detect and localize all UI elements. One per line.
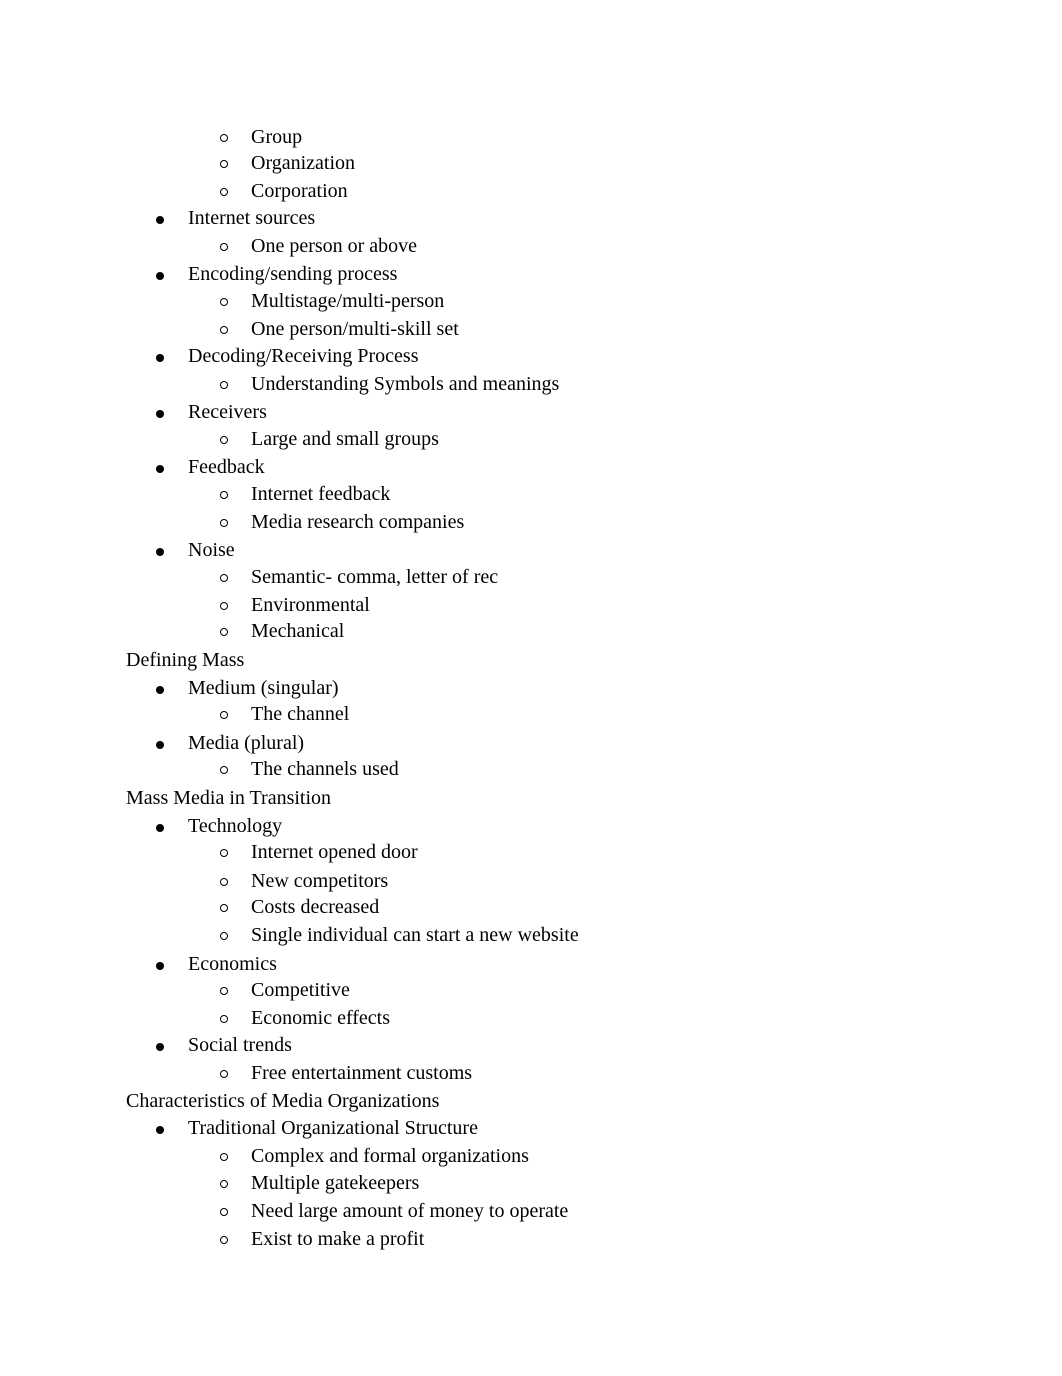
list-item-text: Mechanical — [251, 620, 345, 642]
list-item-text: New competitors — [251, 870, 389, 892]
list-item-text: Internet feedback — [251, 483, 391, 505]
hollow-bullet-icon — [220, 923, 228, 948]
hollow-bullet-icon — [220, 372, 228, 397]
hollow-bullet-icon — [220, 869, 228, 894]
list-item-text: Multistage/multi-person — [251, 290, 445, 312]
list-item-text: Receivers — [188, 401, 267, 423]
hollow-bullet-icon — [220, 125, 228, 150]
filled-bullet-icon — [156, 814, 164, 838]
hollow-bullet-icon — [220, 151, 228, 176]
list-item-text: Free entertainment customs — [251, 1062, 473, 1084]
list-item-text: Complex and formal organizations — [251, 1145, 529, 1167]
hollow-bullet-icon — [220, 757, 228, 782]
hollow-bullet-icon — [220, 702, 228, 727]
list-item-text: Environmental — [251, 594, 370, 616]
list-item-text: Corporation — [251, 180, 348, 202]
list-item-text: Organization — [251, 152, 356, 174]
list-item-text: Competitive — [251, 979, 350, 1001]
hollow-bullet-icon — [220, 840, 228, 865]
filled-bullet-icon — [156, 344, 164, 368]
list-item-text: The channel — [251, 703, 350, 725]
filled-bullet-icon — [156, 731, 164, 755]
hollow-bullet-icon — [220, 978, 228, 1003]
list-item-text: Social trends — [188, 1034, 292, 1056]
filled-bullet-icon — [156, 206, 164, 230]
list-item-text: Internet sources — [188, 207, 316, 229]
list-item-text: Economics — [188, 953, 277, 975]
section-heading: Mass Media in Transition — [126, 787, 332, 809]
list-item-text: Internet opened door — [251, 841, 418, 863]
list-item-text: Traditional Organizational Structure — [188, 1117, 478, 1139]
hollow-bullet-icon — [220, 317, 228, 342]
list-item-text: The channels used — [251, 758, 399, 780]
list-item-text: Costs decreased — [251, 896, 380, 918]
list-item-text: Single individual can start a new websit… — [251, 924, 579, 946]
hollow-bullet-icon — [220, 565, 228, 590]
list-item-text: Need large amount of money to operate — [251, 1200, 569, 1222]
hollow-bullet-icon — [220, 1006, 228, 1031]
hollow-bullet-icon — [220, 1144, 228, 1169]
filled-bullet-icon — [156, 676, 164, 700]
document-page: { "document": { "lines": [ {"level": 2, … — [0, 0, 1062, 1376]
hollow-bullet-icon — [220, 619, 228, 644]
list-item-text: One person or above — [251, 235, 418, 257]
list-item-text: Group — [251, 126, 303, 148]
filled-bullet-icon — [156, 1033, 164, 1057]
hollow-bullet-icon — [220, 510, 228, 535]
hollow-bullet-icon — [220, 179, 228, 204]
list-item-text: Decoding/Receiving Process — [188, 345, 419, 367]
filled-bullet-icon — [156, 262, 164, 286]
hollow-bullet-icon — [220, 593, 228, 618]
list-item-text: Multiple gatekeepers — [251, 1172, 420, 1194]
hollow-bullet-icon — [220, 482, 228, 507]
filled-bullet-icon — [156, 455, 164, 479]
list-item-text: Economic effects — [251, 1007, 391, 1029]
list-item-text: Media research companies — [251, 511, 465, 533]
hollow-bullet-icon — [220, 895, 228, 920]
list-item-text: Exist to make a profit — [251, 1228, 425, 1250]
hollow-bullet-icon — [220, 427, 228, 452]
list-item-text: Understanding Symbols and meanings — [251, 373, 560, 395]
filled-bullet-icon — [156, 538, 164, 562]
list-item-text: Technology — [188, 815, 283, 837]
hollow-bullet-icon — [220, 1199, 228, 1224]
hollow-bullet-icon — [220, 289, 228, 314]
hollow-bullet-icon — [220, 1061, 228, 1086]
list-item-text: Large and small groups — [251, 428, 439, 450]
list-item-text: Feedback — [188, 456, 265, 478]
hollow-bullet-icon — [220, 1227, 228, 1252]
filled-bullet-icon — [156, 400, 164, 424]
list-item-text: One person/multi-skill set — [251, 318, 459, 340]
list-item-text: Medium (singular) — [188, 677, 339, 699]
list-item-text: Noise — [188, 539, 235, 561]
list-item-text: Media (plural) — [188, 732, 305, 754]
list-item-text: Encoding/sending process — [188, 263, 398, 285]
list-item-text: Semantic- comma, letter of rec — [251, 566, 499, 588]
section-heading: Defining Mass — [126, 649, 245, 671]
hollow-bullet-icon — [220, 234, 228, 259]
filled-bullet-icon — [156, 1116, 164, 1140]
section-heading: Characteristics of Media Organizations — [126, 1090, 440, 1112]
filled-bullet-icon — [156, 952, 164, 976]
hollow-bullet-icon — [220, 1171, 228, 1196]
